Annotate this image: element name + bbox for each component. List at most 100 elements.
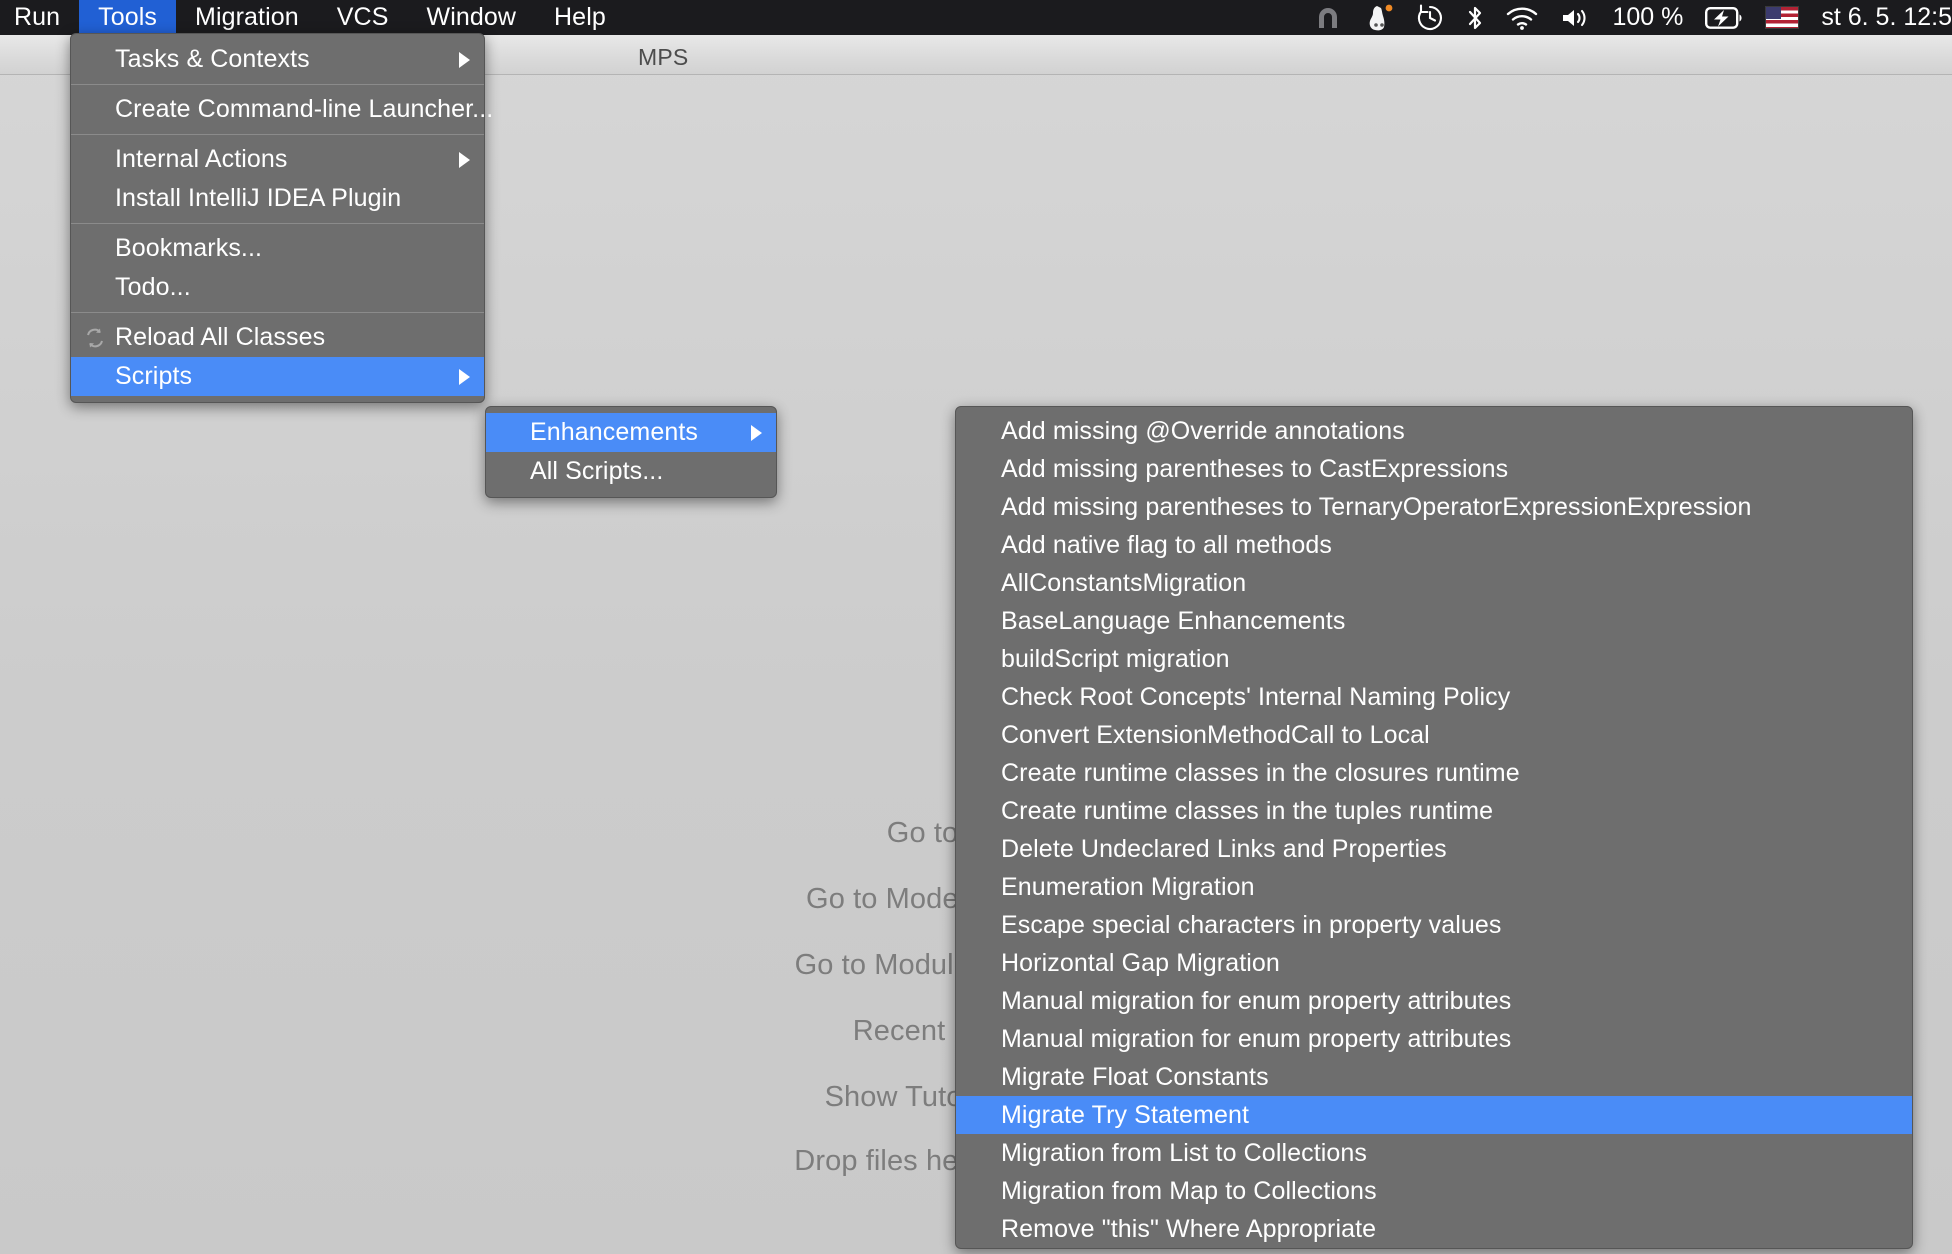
enhancements-menu-item[interactable]: Create runtime classes in the closures r… [956, 754, 1912, 792]
welcome-shortcut-list: Go to Root⌘NGo to Model⌥⇧⌘MGo to Module⌥… [0, 815, 1090, 1178]
menu-separator [71, 134, 484, 135]
welcome-shortcut-label: Go to Model [806, 883, 965, 915]
window-title: MPS [638, 44, 688, 71]
tools-menu-item-install-intellij-idea-plugin[interactable]: Install IntelliJ IDEA Plugin [71, 179, 484, 218]
menubar-item-vcs[interactable]: VCS [318, 0, 408, 35]
menu-item-label: Reload All Classes [115, 323, 325, 352]
enhancements-menu-item[interactable]: Manual migration for enum property attri… [956, 982, 1912, 1020]
menu-item-label: Tasks & Contexts [115, 45, 310, 74]
menu-item-label: Add missing parentheses to CastExpressio… [1001, 455, 1508, 484]
us-flag-icon[interactable] [1765, 0, 1799, 35]
enhancements-submenu: Add missing @Override annotations Add mis… [955, 406, 1913, 1249]
menubar-item-migration[interactable]: Migration [176, 0, 318, 35]
wifi-icon[interactable] [1506, 0, 1538, 35]
menu-item-label: Bookmarks... [115, 234, 262, 263]
menu-item-label: Internal Actions [115, 145, 288, 174]
menu-item-label: Scripts [115, 362, 192, 391]
menubar-app-menus: RunToolsMigrationVCSWindowHelp [0, 0, 625, 35]
tools-menu-item-internal-actions[interactable]: Internal Actions [71, 140, 484, 179]
menu-item-label: Create runtime classes in the tuples run… [1001, 797, 1493, 826]
enhancements-menu-item[interactable]: Add missing parentheses to TernaryOperat… [956, 488, 1912, 526]
enhancements-menu-item[interactable]: Horizontal Gap Migration [956, 944, 1912, 982]
enhancements-menu-item[interactable]: Check Root Concepts' Internal Naming Pol… [956, 678, 1912, 716]
menubar-item-window[interactable]: Window [408, 0, 536, 35]
menu-item-label: Enhancements [530, 418, 698, 447]
character-avatar-icon[interactable] [1364, 0, 1394, 35]
enhancements-menu-item[interactable]: buildScript migration [956, 640, 1912, 678]
menu-item-label: Manual migration for enum property attri… [1001, 1025, 1511, 1054]
submenu-arrow-icon [459, 152, 470, 168]
submenu-arrow-icon [459, 52, 470, 68]
menu-separator [71, 84, 484, 85]
screen: MPS Go to Root⌘NGo to Model⌥⇧⌘MGo to Mod… [0, 0, 1952, 1254]
magnet-icon[interactable] [1314, 0, 1342, 35]
enhancements-menu-item[interactable]: Migrate Try Statement [956, 1096, 1912, 1134]
menu-item-label: Migrate Try Statement [1001, 1101, 1249, 1130]
welcome-shortcut-label: Go to Module [795, 949, 970, 981]
volume-icon[interactable] [1560, 0, 1590, 35]
time-machine-icon[interactable] [1416, 0, 1444, 35]
menubar-status-items: 100 % st 6. 5. 12:5 [1314, 0, 1952, 35]
tools-menu-item-reload-all-classes[interactable]: Reload All Classes [71, 318, 484, 357]
menu-item-label: Migrate Float Constants [1001, 1063, 1269, 1092]
submenu-arrow-icon [751, 425, 762, 441]
menu-item-label: Add native flag to all methods [1001, 531, 1332, 560]
menu-item-label: Delete Undeclared Links and Properties [1001, 835, 1447, 864]
menu-item-label: BaseLanguage Enhancements [1001, 607, 1345, 636]
menu-item-label: Migration from Map to Collections [1001, 1177, 1377, 1206]
battery-charging-icon[interactable] [1705, 0, 1743, 35]
menubar-item-run[interactable]: Run [0, 0, 79, 35]
menu-item-label: Migration from List to Collections [1001, 1139, 1367, 1168]
menu-item-label: Create Command-line Launcher... [115, 95, 493, 124]
enhancements-menu-item[interactable]: Migration from Map to Collections [956, 1172, 1912, 1210]
menu-item-label: Add missing @Override annotations [1001, 417, 1405, 446]
enhancements-menu-item[interactable]: Migration from List to Collections [956, 1134, 1912, 1172]
menu-item-label: Horizontal Gap Migration [1001, 949, 1280, 978]
battery-percent-label: 100 % [1612, 3, 1683, 32]
macos-menubar: RunToolsMigrationVCSWindowHelp [0, 0, 1952, 35]
enhancements-menu-item[interactable]: Manual migration for enum property attri… [956, 1020, 1912, 1058]
submenu-arrow-icon [459, 369, 470, 385]
scripts-menu-item-all-scripts[interactable]: All Scripts... [486, 452, 776, 491]
enhancements-menu-item[interactable]: BaseLanguage Enhancements [956, 602, 1912, 640]
clock-label[interactable]: st 6. 5. 12:5 [1821, 3, 1952, 32]
menu-item-label: Add missing parentheses to TernaryOperat… [1001, 493, 1752, 522]
menu-item-label: buildScript migration [1001, 645, 1230, 674]
menu-item-label: Manual migration for enum property attri… [1001, 987, 1511, 1016]
enhancements-menu-item[interactable]: Add missing parentheses to CastExpressio… [956, 450, 1912, 488]
tools-menu-item-todo[interactable]: Todo... [71, 268, 484, 307]
scripts-submenu: Enhancements All Scripts... [485, 406, 777, 498]
menu-item-label: Convert ExtensionMethodCall to Local [1001, 721, 1430, 750]
enhancements-menu-item[interactable]: Migrate Float Constants [956, 1058, 1912, 1096]
enhancements-menu-item[interactable]: Add missing @Override annotations [956, 412, 1912, 450]
menubar-item-help[interactable]: Help [535, 0, 625, 35]
reload-icon [83, 326, 107, 350]
scripts-menu-item-enhancements[interactable]: Enhancements [486, 413, 776, 452]
tools-menu-item-tasks-contexts[interactable]: Tasks & Contexts [71, 40, 484, 79]
menu-item-label: All Scripts... [530, 457, 663, 486]
menu-item-label: Escape special characters in property va… [1001, 911, 1501, 940]
enhancements-menu-item[interactable]: Add native flag to all methods [956, 526, 1912, 564]
menubar-item-tools[interactable]: Tools [79, 0, 176, 35]
enhancements-menu-item[interactable]: Remove "this" Where Appropriate [956, 1210, 1912, 1248]
menu-item-label: Todo... [115, 273, 191, 302]
menu-item-label: Check Root Concepts' Internal Naming Pol… [1001, 683, 1510, 712]
enhancements-menu-item[interactable]: Create runtime classes in the tuples run… [956, 792, 1912, 830]
menu-item-label: Enumeration Migration [1001, 873, 1255, 902]
enhancements-menu-item[interactable]: Convert ExtensionMethodCall to Local [956, 716, 1912, 754]
enhancements-menu-item[interactable]: Escape special characters in property va… [956, 906, 1912, 944]
tools-menu-item-create-command-line-launcher[interactable]: Create Command-line Launcher... [71, 90, 484, 129]
enhancements-menu-item[interactable]: AllConstantsMigration [956, 564, 1912, 602]
menu-separator [71, 312, 484, 313]
menu-item-label: Remove "this" Where Appropriate [1001, 1215, 1376, 1244]
menu-item-label: Create runtime classes in the closures r… [1001, 759, 1520, 788]
enhancements-menu-item[interactable]: Enumeration Migration [956, 868, 1912, 906]
bluetooth-icon[interactable] [1466, 0, 1484, 35]
tools-menu-item-scripts[interactable]: Scripts [71, 357, 484, 396]
tools-menu-item-bookmarks[interactable]: Bookmarks... [71, 229, 484, 268]
menu-item-label: Install IntelliJ IDEA Plugin [115, 184, 401, 213]
enhancements-menu-item[interactable]: Delete Undeclared Links and Properties [956, 830, 1912, 868]
menu-separator [71, 223, 484, 224]
menu-item-label: AllConstantsMigration [1001, 569, 1246, 598]
tools-dropdown-menu: Tasks & Contexts Create Command-line Laun… [70, 33, 485, 403]
